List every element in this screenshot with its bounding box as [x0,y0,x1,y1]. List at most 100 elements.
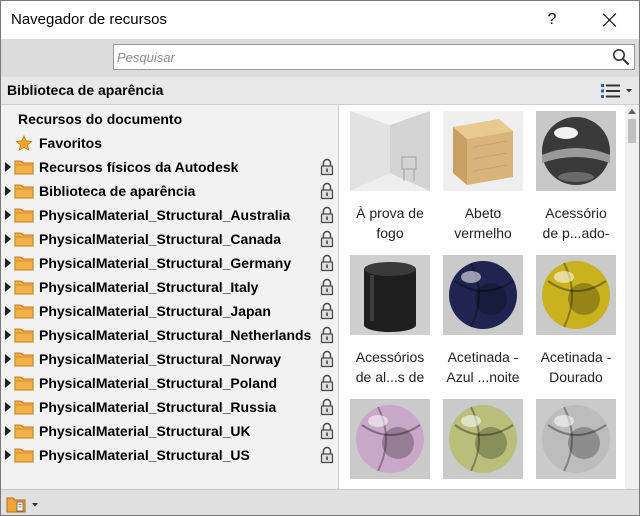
bottom-toolbar [1,489,639,515]
material-tile[interactable]: À prova de fogo [345,105,435,249]
tree-item-label: Recursos físicos da Autodesk [39,159,239,175]
scroll-thumb[interactable] [628,119,636,143]
material-grid: À prova de fogo Abeto vermelho Acessório de p… [339,105,625,489]
material-swatch[interactable] [536,111,616,191]
search-box[interactable] [113,44,635,70]
expand-arrow-icon[interactable] [5,402,11,412]
tree-item-label: PhysicalMaterial_Structural_Russia [39,399,277,415]
material-swatch[interactable] [443,255,523,335]
material-tile[interactable]: Acetinada - Azul ...noite [438,249,528,393]
lock-icon [320,254,334,272]
expand-arrow-icon[interactable] [5,450,11,460]
expand-arrow-icon[interactable] [5,354,11,364]
tree-item[interactable]: PhysicalMaterial_Structural_Poland [1,371,338,395]
tree-item-label: PhysicalMaterial_Structural_Norway [39,351,281,367]
material-tile[interactable]: Abeto vermelho [438,105,528,249]
material-label-line2: de al...s de [355,369,425,385]
folder-icon [14,184,34,199]
tree-item[interactable]: Recursos do documento [1,107,338,131]
material-swatch[interactable] [350,399,430,479]
expand-arrow-icon[interactable] [5,426,11,436]
window-title: Navegador de recursos [11,11,167,28]
expand-arrow-icon[interactable] [5,162,11,172]
tree-item[interactable]: PhysicalMaterial_Structural_US [1,443,338,467]
folder-icon [14,400,34,415]
tree-item[interactable]: Biblioteca de aparência [1,179,338,203]
tree-item[interactable]: PhysicalMaterial_Structural_Canada [1,227,338,251]
library-header: Biblioteca de aparência [1,77,639,105]
material-label: Abeto vermelho [438,203,528,243]
tree-item-label: PhysicalMaterial_Structural_UK [39,423,251,439]
expand-arrow-icon[interactable] [5,378,11,388]
tree-item[interactable]: PhysicalMaterial_Structural_Germany [1,251,338,275]
star-icon [15,135,33,151]
lock-icon [320,398,334,416]
tree-item-label: Biblioteca de aparência [39,183,196,199]
grid-scrollbar[interactable] [625,105,639,489]
folder-icon [14,256,34,271]
tree-item[interactable]: PhysicalMaterial_Structural_Norway [1,347,338,371]
lock-icon [320,326,334,344]
folder-icon [14,376,34,391]
view-options-icon[interactable] [599,82,635,100]
material-label-line1: À prova de [356,205,424,221]
material-label-line1: Acetinada - [540,349,612,365]
help-button[interactable]: ? [529,1,575,39]
lock-icon [320,422,334,440]
material-swatch[interactable] [536,255,616,335]
material-tile[interactable] [438,393,528,489]
expand-arrow-icon[interactable] [5,186,11,196]
tree-item[interactable]: PhysicalMaterial_Structural_Japan [1,299,338,323]
material-swatch[interactable] [350,111,430,191]
lock-icon [320,158,334,176]
material-swatch[interactable] [350,255,430,335]
lock-icon [320,350,334,368]
material-tile[interactable]: Acessório de p...ado- [531,105,621,249]
lock-icon [320,446,334,464]
material-label: Acetinada - Azul ...noite [438,347,528,387]
material-label-line1: Acetinada - [447,349,519,365]
material-tile[interactable]: Acessórios de al...s de [345,249,435,393]
folder-icon [14,208,34,223]
tree-item[interactable]: Recursos físicos da Autodesk [1,155,338,179]
tree-item[interactable]: PhysicalMaterial_Structural_Netherlands [1,323,338,347]
material-swatch[interactable] [443,399,523,479]
expand-arrow-icon[interactable] [5,234,11,244]
material-label-line1: Abeto [464,205,502,221]
folder-icon [14,304,34,319]
material-label-line2: de p...ado- [542,225,610,241]
material-swatch[interactable] [443,111,523,191]
material-tile[interactable] [345,393,435,489]
expand-arrow-icon[interactable] [5,258,11,268]
tree-item-label: Recursos do documento [18,111,183,127]
close-button[interactable] [587,1,633,39]
folder-icon [14,280,34,295]
expand-arrow-icon[interactable] [5,330,11,340]
tree-item-label: PhysicalMaterial_Structural_Italy [39,279,259,295]
tree-item[interactable]: PhysicalMaterial_Structural_Russia [1,395,338,419]
search-icon[interactable] [612,48,630,66]
material-tile[interactable] [531,393,621,489]
expand-arrow-icon[interactable] [5,282,11,292]
scroll-up-icon[interactable] [628,109,636,114]
tree-item-label: PhysicalMaterial_Structural_Australia [39,207,291,223]
material-label: Acessório de p...ado- [531,203,621,243]
lock-icon [320,374,334,392]
expand-arrow-icon[interactable] [5,306,11,316]
tree-item-label: PhysicalMaterial_Structural_Japan [39,303,271,319]
material-swatch[interactable] [536,399,616,479]
material-tile[interactable]: Acetinada - Dourado [531,249,621,393]
tree-item[interactable]: Favoritos [1,131,338,155]
expand-arrow-icon[interactable] [5,210,11,220]
tree-item[interactable]: PhysicalMaterial_Structural_UK [1,419,338,443]
tree-item-label: PhysicalMaterial_Structural_Germany [39,255,292,271]
asset-browser-window: Navegador de recursos ? Biblioteca de ap… [0,0,640,516]
manage-library-icon[interactable] [5,494,41,514]
tree-item[interactable]: PhysicalMaterial_Structural_Italy [1,275,338,299]
search-input[interactable] [117,47,607,67]
tree-item-label: Favoritos [39,135,103,151]
tree-item[interactable]: PhysicalMaterial_Structural_Australia [1,203,338,227]
title-bar: Navegador de recursos ? [1,1,639,39]
material-label-line1: Acessório [545,205,607,221]
lock-icon [320,182,334,200]
